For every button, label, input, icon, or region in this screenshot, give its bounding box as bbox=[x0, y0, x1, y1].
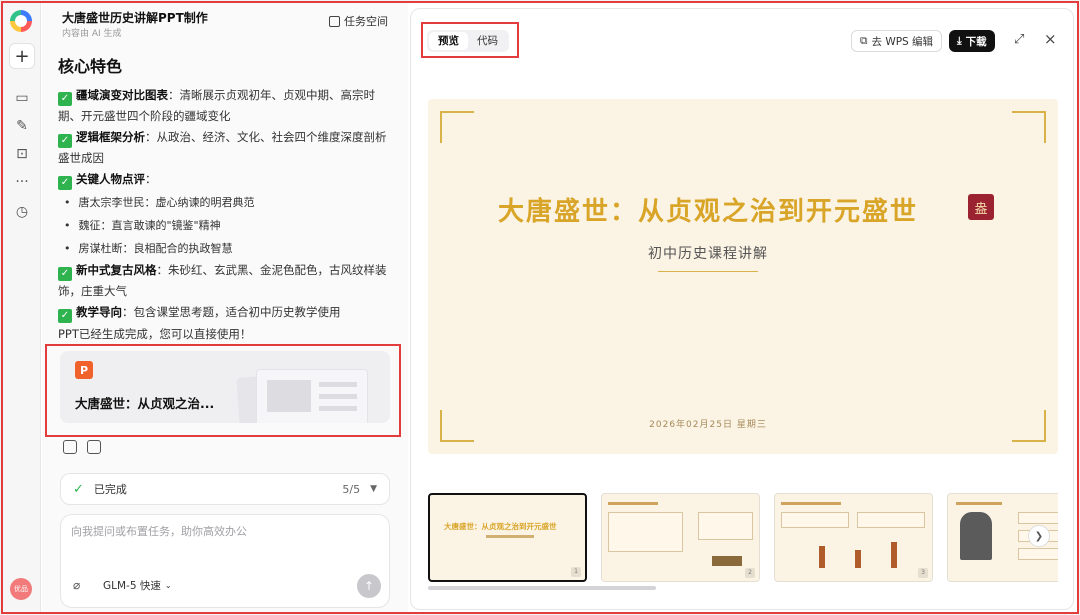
edit-icon[interactable]: ✎ bbox=[9, 113, 35, 139]
model-selector[interactable]: GLM-5 快速 ⌄ bbox=[95, 574, 180, 596]
corner-ornament bbox=[1012, 111, 1046, 143]
slide-date: 2026年02月25日 星期三 bbox=[649, 420, 767, 430]
list-item: 唐太宗李世民：虚心纳谏的明君典范 bbox=[58, 191, 388, 214]
avatar[interactable]: 优品 bbox=[10, 578, 32, 600]
corner-ornament bbox=[440, 111, 474, 143]
message-content: 核心特色 ✓ 疆域演变对比图表：清晰展示贞观初年、贞观中期、高宗时期、开元盛世四个… bbox=[58, 53, 388, 342]
feature-item: ✓ 关键人物点评： bbox=[58, 169, 388, 190]
corner-ornament bbox=[1012, 410, 1046, 442]
task-status-bar[interactable]: ✓ 已完成 5/5 ▼ bbox=[60, 473, 390, 505]
bookmark-icon[interactable]: ⊡ bbox=[9, 141, 35, 167]
chat-panel: 大唐盛世历史讲解PPT制作 内容由 AI 生成 任务空间 核心特色 ✓ 疆域演变对… bbox=[42, 3, 443, 612]
task-space-label: 任务空间 bbox=[344, 15, 388, 28]
tab-preview[interactable]: 预览 bbox=[429, 32, 468, 50]
check-icon: ✓ bbox=[58, 92, 72, 106]
done-message: PPT已经生成完成，您可以直接使用！ bbox=[58, 327, 252, 341]
slide-title: 大唐盛世：从贞观之治到开元盛世 bbox=[497, 197, 918, 227]
attach-icon[interactable]: ⌀ bbox=[73, 578, 80, 592]
app-logo-icon[interactable] bbox=[10, 10, 32, 32]
divider bbox=[658, 271, 758, 272]
feedback-bar bbox=[63, 440, 101, 454]
task-space-button[interactable]: 任务空间 bbox=[329, 13, 388, 29]
expand-icon[interactable]: ⤢ bbox=[1014, 32, 1024, 47]
slide-preview: 大唐盛世：从贞观之治到开元盛世 盎 初中历史课程讲解 2026年02月25日 星… bbox=[428, 99, 1058, 454]
tab-code[interactable]: 代码 bbox=[468, 32, 507, 50]
check-icon: ✓ bbox=[58, 176, 72, 190]
model-label: GLM-5 快速 bbox=[103, 579, 161, 592]
slide-thumbnail-1[interactable]: 大唐盛世：从贞观之治到开元盛世 1 bbox=[428, 493, 587, 582]
left-rail: + ▭ ✎ ⊡ ··· ◷ 优品 bbox=[3, 3, 41, 612]
section-heading: 核心特色 bbox=[58, 57, 123, 76]
chat-title: 大唐盛世历史讲解PPT制作 bbox=[62, 11, 208, 25]
list-item: 魏征：直言敢谏的"镜鉴"精神 bbox=[58, 214, 388, 237]
slide-subtitle: 初中历史课程讲解 bbox=[648, 246, 768, 262]
ppt-file-icon: P bbox=[75, 361, 93, 379]
slide-thumbnails: 大唐盛世：从贞观之治到开元盛世 1 2 3 bbox=[428, 493, 1058, 593]
feature-item: ✓ 新中式复古风格：朱砂红、玄武黑、金泥色配色，古风纹样装饰，庄重大气 bbox=[58, 263, 387, 298]
send-button[interactable]: ↑ bbox=[357, 574, 381, 598]
chevron-right-icon[interactable]: ❯ bbox=[1028, 525, 1050, 547]
thumbs-up-icon[interactable] bbox=[63, 440, 77, 454]
seal-icon: 盎 bbox=[968, 194, 994, 220]
edit-in-wps-button[interactable]: ⧉ 去 WPS 编辑 bbox=[851, 30, 943, 52]
more-icon[interactable]: ··· bbox=[9, 169, 35, 195]
view-tabs: 预览 代码 bbox=[427, 30, 509, 52]
download-button[interactable]: ⤓ 下载 bbox=[949, 30, 995, 52]
external-link-icon: ⧉ bbox=[860, 34, 868, 47]
thumbnail-scrollbar[interactable] bbox=[428, 586, 656, 590]
thumbs-down-icon[interactable] bbox=[87, 440, 101, 454]
new-chat-button[interactable]: + bbox=[9, 43, 35, 69]
ppt-card-title: 大唐盛世：从贞观之治... bbox=[75, 396, 215, 411]
slide-thumbnail-2[interactable]: 2 bbox=[601, 493, 760, 582]
chevron-down-icon[interactable]: ▼ bbox=[370, 484, 377, 494]
feature-item: ✓ 教学导向：包含课堂思考题，适合初中历史教学使用 bbox=[58, 302, 388, 323]
feature-item: ✓ 逻辑框架分析：从政治、经济、文化、社会四个维度深度剖析盛世成因 bbox=[58, 130, 387, 165]
check-icon: ✓ bbox=[58, 267, 72, 281]
check-icon: ✓ bbox=[58, 309, 72, 323]
check-icon: ✓ bbox=[73, 481, 84, 497]
preview-panel: 预览 代码 ⧉ 去 WPS 编辑 ⤓ 下载 ⤢ × 大唐盛世：从贞观之治到开元盛… bbox=[410, 8, 1074, 610]
download-icon: ⤓ bbox=[957, 34, 962, 47]
highlight-box: P 大唐盛世：从贞观之治... bbox=[45, 344, 401, 437]
ppt-file-card[interactable]: P 大唐盛世：从贞观之治... bbox=[60, 351, 390, 423]
message-input[interactable] bbox=[71, 525, 371, 538]
chat-icon[interactable]: ▭ bbox=[9, 85, 35, 111]
feature-item: ✓ 疆域演变对比图表：清晰展示贞观初年、贞观中期、高宗时期、开元盛世四个阶段的疆域… bbox=[58, 88, 375, 123]
status-count: 5/5 bbox=[342, 482, 361, 496]
chevron-down-icon: ⌄ bbox=[164, 580, 172, 590]
close-icon[interactable]: × bbox=[1044, 30, 1057, 48]
check-icon: ✓ bbox=[58, 134, 72, 148]
app-window: + ▭ ✎ ⊡ ··· ◷ 优品 大唐盛世历史讲解PPT制作 内容由 AI 生成… bbox=[1, 1, 1079, 614]
slide-thumbnail-3[interactable]: 3 bbox=[774, 493, 933, 582]
chat-subtitle: 内容由 AI 生成 bbox=[62, 29, 122, 39]
composer: ⌀ GLM-5 快速 ⌄ ↑ bbox=[60, 514, 390, 608]
list-item: 房谋杜断：良相配合的执政智慧 bbox=[58, 237, 388, 260]
card-thumbnail-front bbox=[256, 369, 368, 423]
history-icon[interactable]: ◷ bbox=[9, 199, 35, 225]
task-space-icon bbox=[329, 15, 340, 27]
statue-image bbox=[960, 512, 992, 560]
thumbnail-title: 大唐盛世：从贞观之治到开元盛世 bbox=[444, 522, 557, 531]
status-label: 已完成 bbox=[93, 483, 127, 496]
